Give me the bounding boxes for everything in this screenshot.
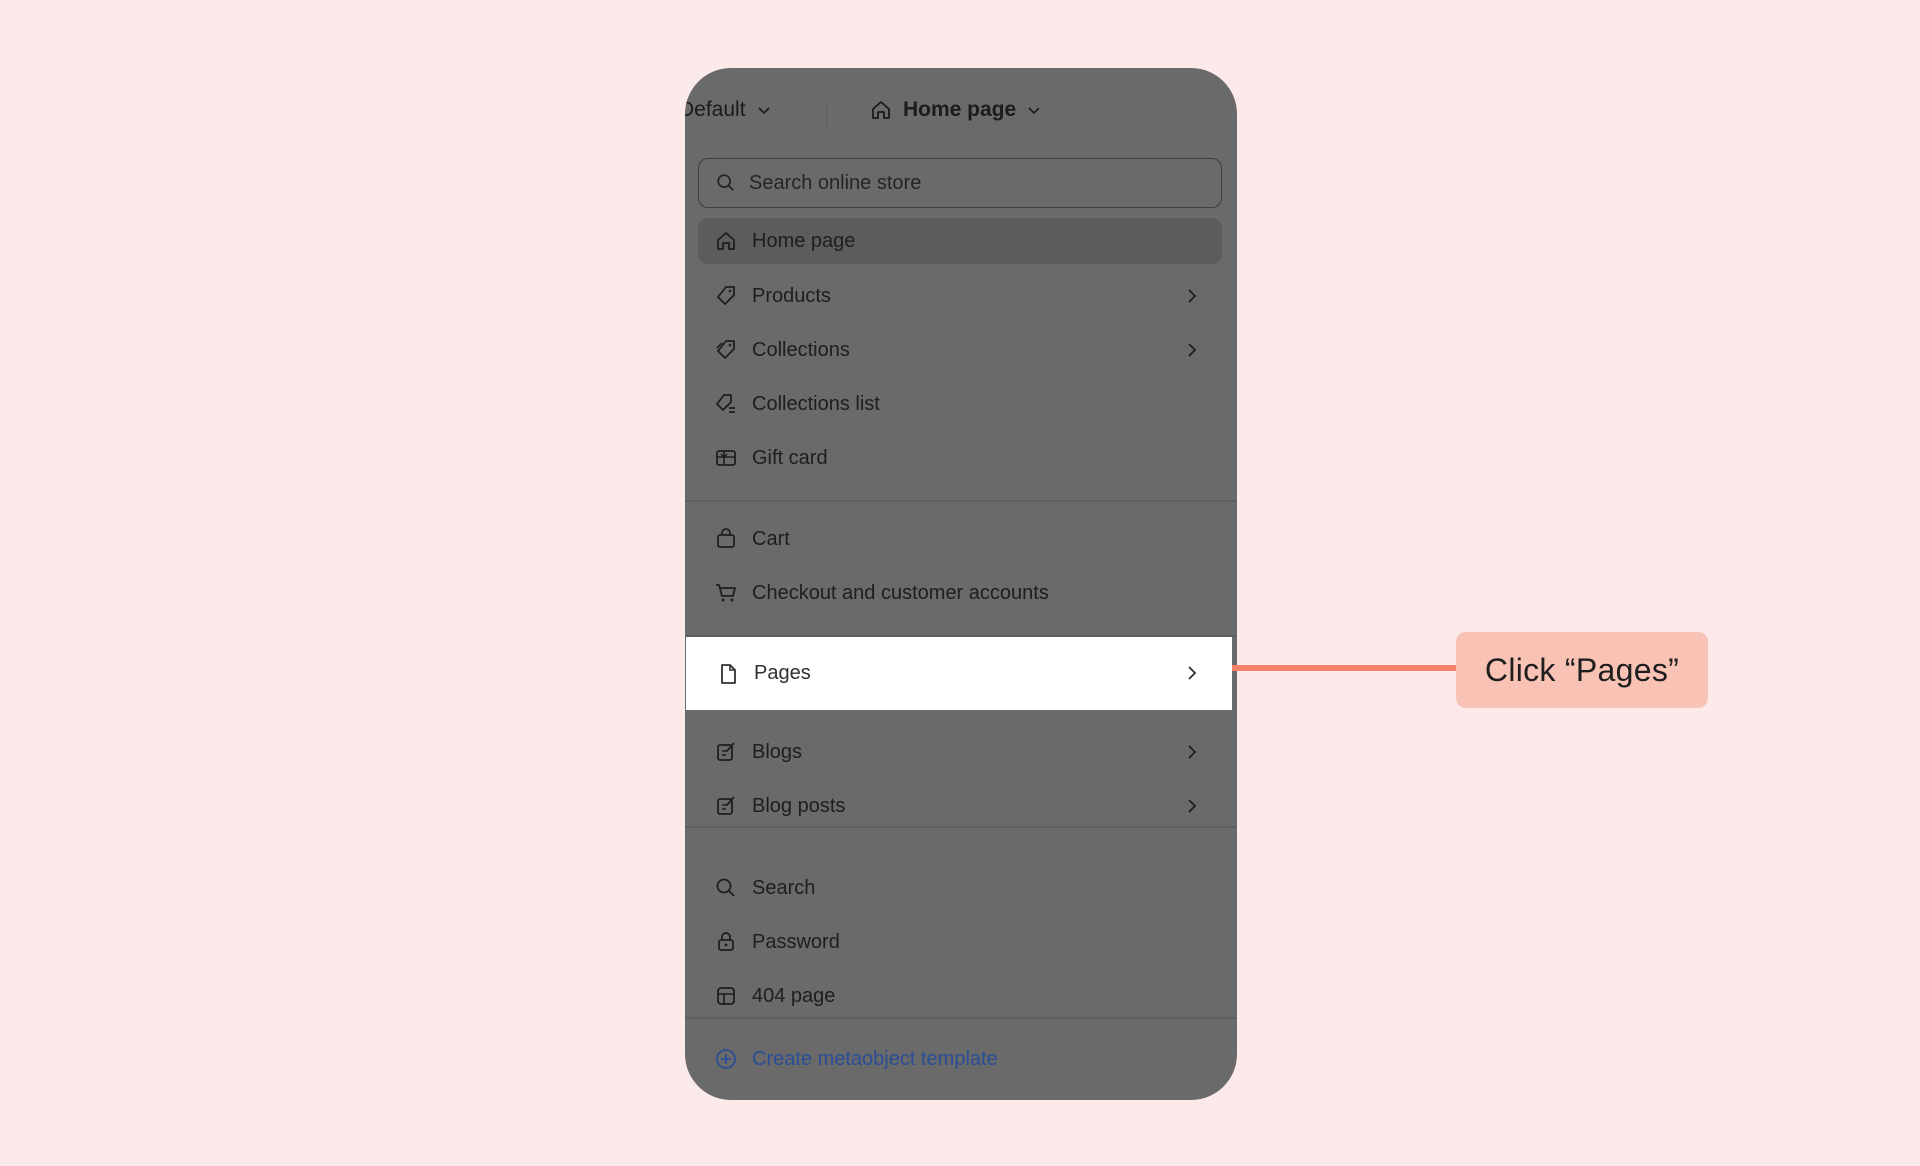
chevron-right-icon bbox=[1188, 745, 1197, 759]
instruction-callout: Click “Pages” bbox=[1456, 632, 1708, 708]
menu-item-label: Collections list bbox=[752, 392, 880, 415]
plus-circle-icon bbox=[716, 1049, 736, 1069]
menu-item-home-page[interactable]: Home page bbox=[698, 218, 1222, 264]
chevron-right-icon bbox=[1188, 666, 1197, 680]
search-icon bbox=[716, 878, 735, 897]
menu-item-products[interactable]: Products bbox=[698, 274, 1222, 318]
menu-item-pages[interactable]: Pages bbox=[686, 637, 1232, 710]
menu-item-label: Cart bbox=[752, 527, 790, 550]
menu-divider bbox=[685, 826, 1237, 828]
menu-item-label: Password bbox=[752, 930, 840, 953]
menu-item-password[interactable]: Password bbox=[698, 920, 1222, 964]
page-selector[interactable]: Home page bbox=[869, 98, 1042, 122]
menu-item-label: 404 page bbox=[752, 984, 836, 1007]
create-link-label: Create metaobject template bbox=[752, 1047, 998, 1070]
search-icon bbox=[717, 174, 734, 191]
tag-icon bbox=[717, 286, 735, 305]
lock-icon bbox=[718, 932, 734, 951]
menu-item-label: Blog posts bbox=[752, 794, 846, 817]
collection-icon bbox=[716, 340, 735, 359]
topbar-divider bbox=[826, 100, 827, 128]
menu-item-blogs[interactable]: Blogs bbox=[698, 730, 1222, 774]
menu-item-cart[interactable]: Cart bbox=[698, 517, 1222, 561]
menu-item-label: Collections bbox=[752, 338, 850, 361]
menu-item-checkout[interactable]: Checkout and customer accounts bbox=[698, 571, 1222, 615]
menu-divider bbox=[685, 1017, 1237, 1019]
menu-item-search[interactable]: Search bbox=[698, 866, 1222, 910]
gift-card-icon bbox=[716, 450, 736, 466]
callout-text: Click “Pages” bbox=[1484, 651, 1680, 688]
chevron-right-icon bbox=[1188, 343, 1197, 357]
theme-selector[interactable]: Default bbox=[685, 98, 772, 122]
collections-list-icon bbox=[716, 394, 735, 413]
menu-item-404-page[interactable]: 404 page bbox=[698, 974, 1222, 1018]
menu-item-collections[interactable]: Collections bbox=[698, 328, 1222, 372]
menu-item-collections-list[interactable]: Collections list bbox=[698, 382, 1222, 426]
chevron-down-icon bbox=[1028, 107, 1040, 115]
search-input[interactable] bbox=[749, 171, 1189, 195]
blog-post-icon bbox=[717, 796, 735, 815]
chevron-right-icon bbox=[1188, 289, 1197, 303]
bag-icon bbox=[717, 528, 735, 548]
home-icon bbox=[872, 101, 890, 119]
callout-connector bbox=[1232, 665, 1457, 671]
menu-item-label: Products bbox=[752, 284, 831, 307]
theme-editor-panel: Default Home page Home page Products Col… bbox=[685, 68, 1237, 1100]
menu-item-gift-card[interactable]: Gift card bbox=[698, 436, 1222, 480]
menu-item-label: Pages bbox=[754, 662, 811, 684]
error-page-icon bbox=[717, 987, 735, 1005]
theme-selector-label: Default bbox=[685, 98, 746, 121]
menu-divider bbox=[685, 500, 1237, 502]
blog-icon bbox=[717, 742, 735, 761]
chevron-right-icon bbox=[1188, 799, 1197, 813]
create-metaobject-template-link[interactable]: Create metaobject template bbox=[698, 1037, 1222, 1081]
menu-item-label: Checkout and customer accounts bbox=[752, 581, 1049, 604]
menu-item-blog-posts[interactable]: Blog posts bbox=[698, 784, 1222, 828]
page-icon bbox=[721, 663, 736, 684]
menu-item-label: Home page bbox=[752, 229, 856, 252]
menu-item-label: Search bbox=[752, 876, 816, 899]
chevron-down-icon bbox=[757, 107, 770, 115]
menu-item-label: Blogs bbox=[752, 740, 803, 763]
menu-item-label: Gift card bbox=[752, 446, 828, 469]
home-icon bbox=[717, 232, 735, 250]
search-field[interactable] bbox=[698, 158, 1222, 208]
cart-icon bbox=[716, 584, 736, 602]
page-selector-label: Home page bbox=[903, 98, 1017, 121]
top-bar: Default Home page bbox=[685, 68, 1237, 154]
